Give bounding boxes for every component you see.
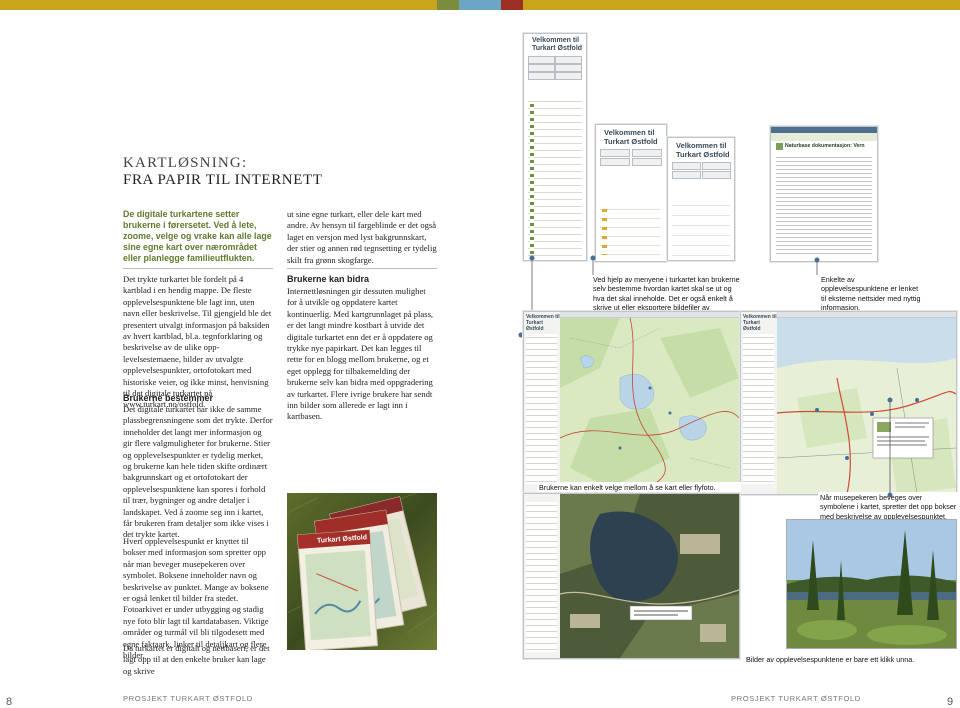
intro-text: De digitale turkartene setter brukerne i… bbox=[123, 209, 272, 263]
menu-button-14 bbox=[702, 171, 731, 179]
caption-map-or-photo: Brukerne kan enkelt velge mellom å se ka… bbox=[537, 482, 741, 494]
map-pointer-lines bbox=[887, 397, 893, 498]
top-band-gold-right bbox=[523, 0, 960, 10]
divider-col1 bbox=[123, 268, 273, 269]
page-title-line1: KARTLØSNING: bbox=[123, 155, 248, 171]
top-band-red bbox=[501, 0, 523, 10]
subheading-brukerne-kan-bidra: Brukerne kan bidra bbox=[287, 274, 370, 284]
menu-button-2 bbox=[555, 56, 582, 64]
screenshot-map-view: Velkommen til Turkart Østfold bbox=[523, 311, 740, 495]
divider-col2 bbox=[287, 268, 437, 269]
pointer-dot-6 bbox=[887, 492, 893, 498]
pointer-dot-2 bbox=[590, 255, 596, 261]
column2-paragraph1: ut sine egne turkart, eller dele kart me… bbox=[287, 209, 437, 265]
welcome-line1: Velkommen til bbox=[532, 37, 580, 44]
screenshot-menu-open: Velkommen til Turkart Østfold bbox=[595, 124, 667, 262]
aerial-photo bbox=[560, 494, 739, 658]
layer-list-2 bbox=[600, 205, 660, 257]
top-band-gold bbox=[0, 0, 437, 10]
welcome-line2: Turkart Østfold bbox=[532, 45, 583, 52]
web-text-block bbox=[776, 155, 872, 255]
layer-checks-2 bbox=[602, 209, 607, 255]
screenshot-naturbase-page: Naturbase dokumentasjon: Vern bbox=[770, 126, 878, 262]
column1-paragraph1: Det trykte turkartet ble fordelt på 4 ka… bbox=[123, 274, 272, 410]
menu-button-7 bbox=[600, 149, 630, 157]
column1-paragraph4: Da turkartet er digitalt og nettbasert, … bbox=[123, 643, 270, 676]
column1-paragraph2: Det digitale turkartet har ikke de samme… bbox=[123, 404, 273, 540]
page-title-line2: FRA PAPIR TIL INTERNETT bbox=[123, 172, 323, 188]
column2-paragraph2: Internettløsningen gir dessuten mulighet… bbox=[287, 286, 434, 422]
screenshot-map-detail: Velkommen til Turkart Østfold bbox=[740, 311, 957, 495]
pointer-dot-3 bbox=[814, 257, 820, 263]
export-panel bbox=[672, 200, 730, 256]
welcome-line2-b: Turkart Østfold bbox=[604, 137, 658, 146]
menu-button-12 bbox=[702, 162, 731, 170]
pointer-dot-5 bbox=[887, 397, 893, 403]
right-page-number: 9 bbox=[947, 696, 954, 708]
caption-external-links: Enkelte av opplevelsespunktene er lenket… bbox=[821, 275, 921, 313]
caption-photos: Bilder av opplevelsespunktene er bare et… bbox=[746, 655, 915, 664]
map2-sidebar-list bbox=[743, 334, 774, 484]
welcome-heading-2: Velkommen til Turkart Østfold bbox=[604, 128, 664, 146]
pointer-dot-1 bbox=[529, 255, 535, 261]
menu-button-8 bbox=[632, 149, 662, 157]
menu-button-1 bbox=[528, 56, 555, 64]
left-page-number: 8 bbox=[6, 696, 13, 708]
menu-button-11 bbox=[672, 162, 701, 170]
menu-button-4 bbox=[555, 64, 582, 72]
top-band-green bbox=[437, 0, 459, 10]
welcome-line1-b: Velkommen til bbox=[604, 128, 655, 137]
map-sidebar: Velkommen til Turkart Østfold bbox=[524, 312, 561, 494]
web-page-heading: Naturbase dokumentasjon: Vern bbox=[785, 143, 865, 149]
photo-printed-map-folders: Turkart Østfold bbox=[287, 493, 437, 650]
welcome-heading-3: Velkommen til Turkart Østfold bbox=[676, 141, 734, 159]
map-sidebar-title: Velkommen til Turkart Østfold bbox=[526, 314, 560, 332]
map-sidebar-list bbox=[526, 334, 557, 484]
welcome-heading: Velkommen til Turkart Østfold bbox=[532, 37, 586, 53]
web-logo-bar bbox=[771, 133, 877, 141]
menu-button-10 bbox=[632, 158, 662, 166]
screenshot-aerial-view bbox=[523, 493, 740, 659]
map2-sidebar-title: Velkommen til Turkart Østfold bbox=[743, 314, 777, 332]
welcome-line1-c: Velkommen til bbox=[676, 141, 727, 150]
top-band-blue bbox=[459, 0, 501, 10]
right-footer: PROSJEKT TURKART ØSTFOLD bbox=[731, 694, 861, 703]
screenshot-menu-export: Velkommen til Turkart Østfold bbox=[667, 137, 735, 261]
photo-landscape bbox=[786, 519, 957, 649]
menu-button-6 bbox=[555, 72, 582, 80]
menu-button-5 bbox=[528, 72, 555, 80]
layer-list bbox=[528, 98, 582, 256]
subheading-brukerne-bestemmer: Brukerne bestemmer bbox=[123, 393, 214, 403]
layer-checks bbox=[530, 104, 534, 254]
menu-button-13 bbox=[672, 171, 701, 179]
topographic-map bbox=[560, 318, 739, 494]
map2-sidebar: Velkommen til Turkart Østfold bbox=[741, 312, 778, 494]
menu-button-3 bbox=[528, 64, 555, 72]
web-thumbnail bbox=[776, 143, 783, 150]
welcome-line2-c: Turkart Østfold bbox=[676, 150, 730, 159]
menu-button-9 bbox=[600, 158, 630, 166]
left-footer: PROSJEKT TURKART ØSTFOLD bbox=[123, 694, 253, 703]
screenshot-sidebar-menu: Velkommen til Turkart Østfold bbox=[523, 33, 587, 261]
aerial-sidebar bbox=[524, 494, 561, 658]
aerial-sidebar-list bbox=[526, 502, 557, 652]
